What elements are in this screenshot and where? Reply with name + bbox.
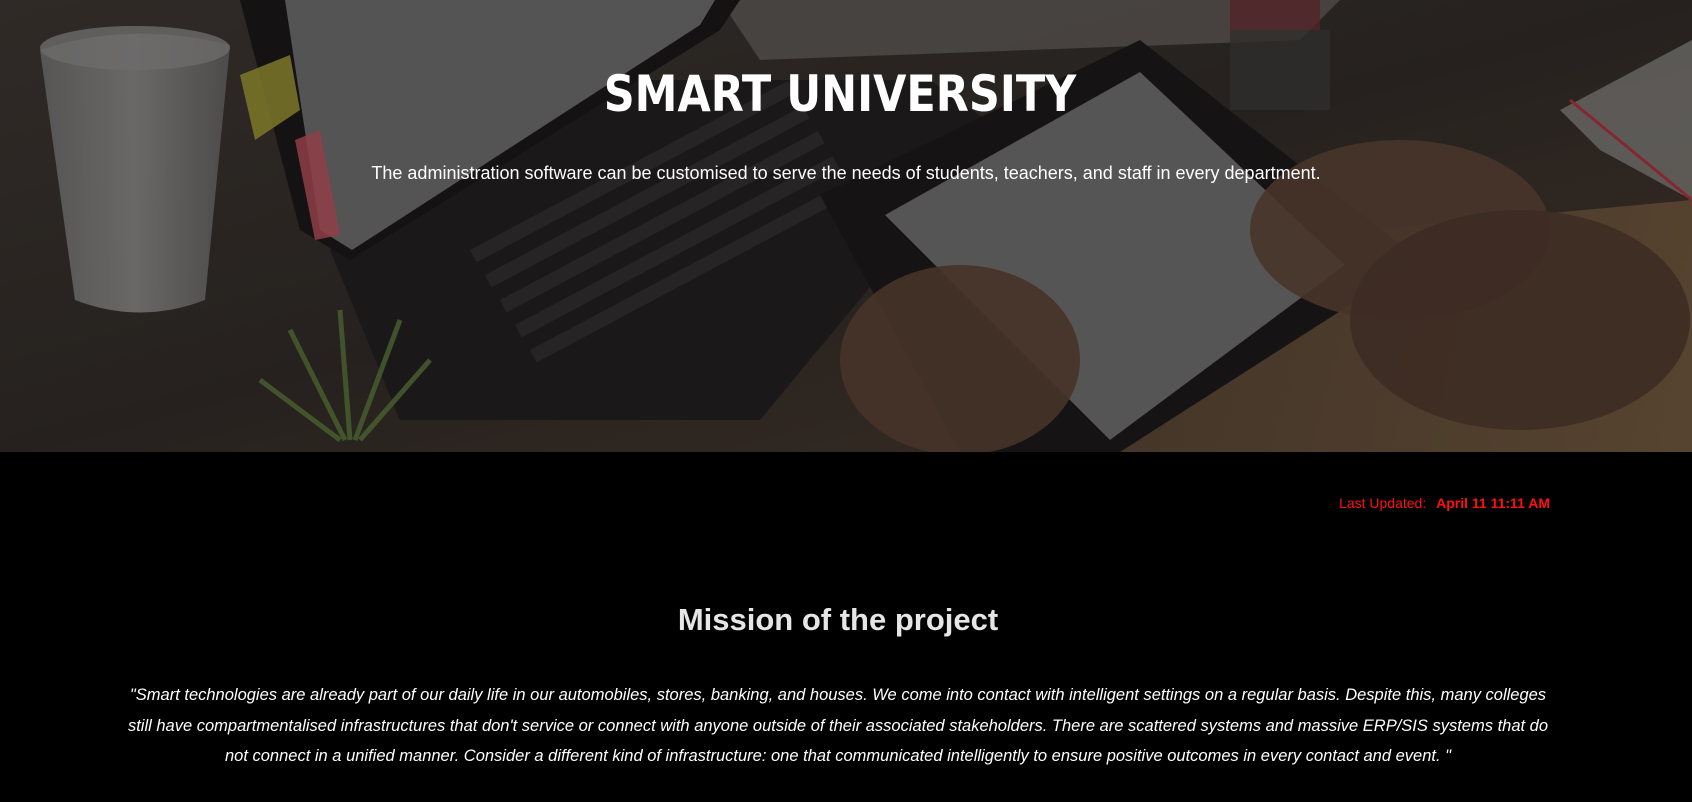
hero-banner: SMART UNIVERSITY The administration soft… [0,0,1692,452]
last-updated: Last Updated: April 11 11:11 AM [1339,493,1550,513]
page: SMART UNIVERSITY The administration soft… [0,0,1692,802]
mission-quote: "Smart technologies are already part of … [127,686,1549,765]
last-updated-label: Last Updated: [1339,495,1427,511]
mission-heading: Mission of the project [677,602,999,637]
hero-subtitle: The administration software can be custo… [371,163,1321,183]
hero-title: SMART UNIVERSITY [603,65,1077,123]
last-updated-value: April 11 11:11 AM [1436,495,1550,511]
